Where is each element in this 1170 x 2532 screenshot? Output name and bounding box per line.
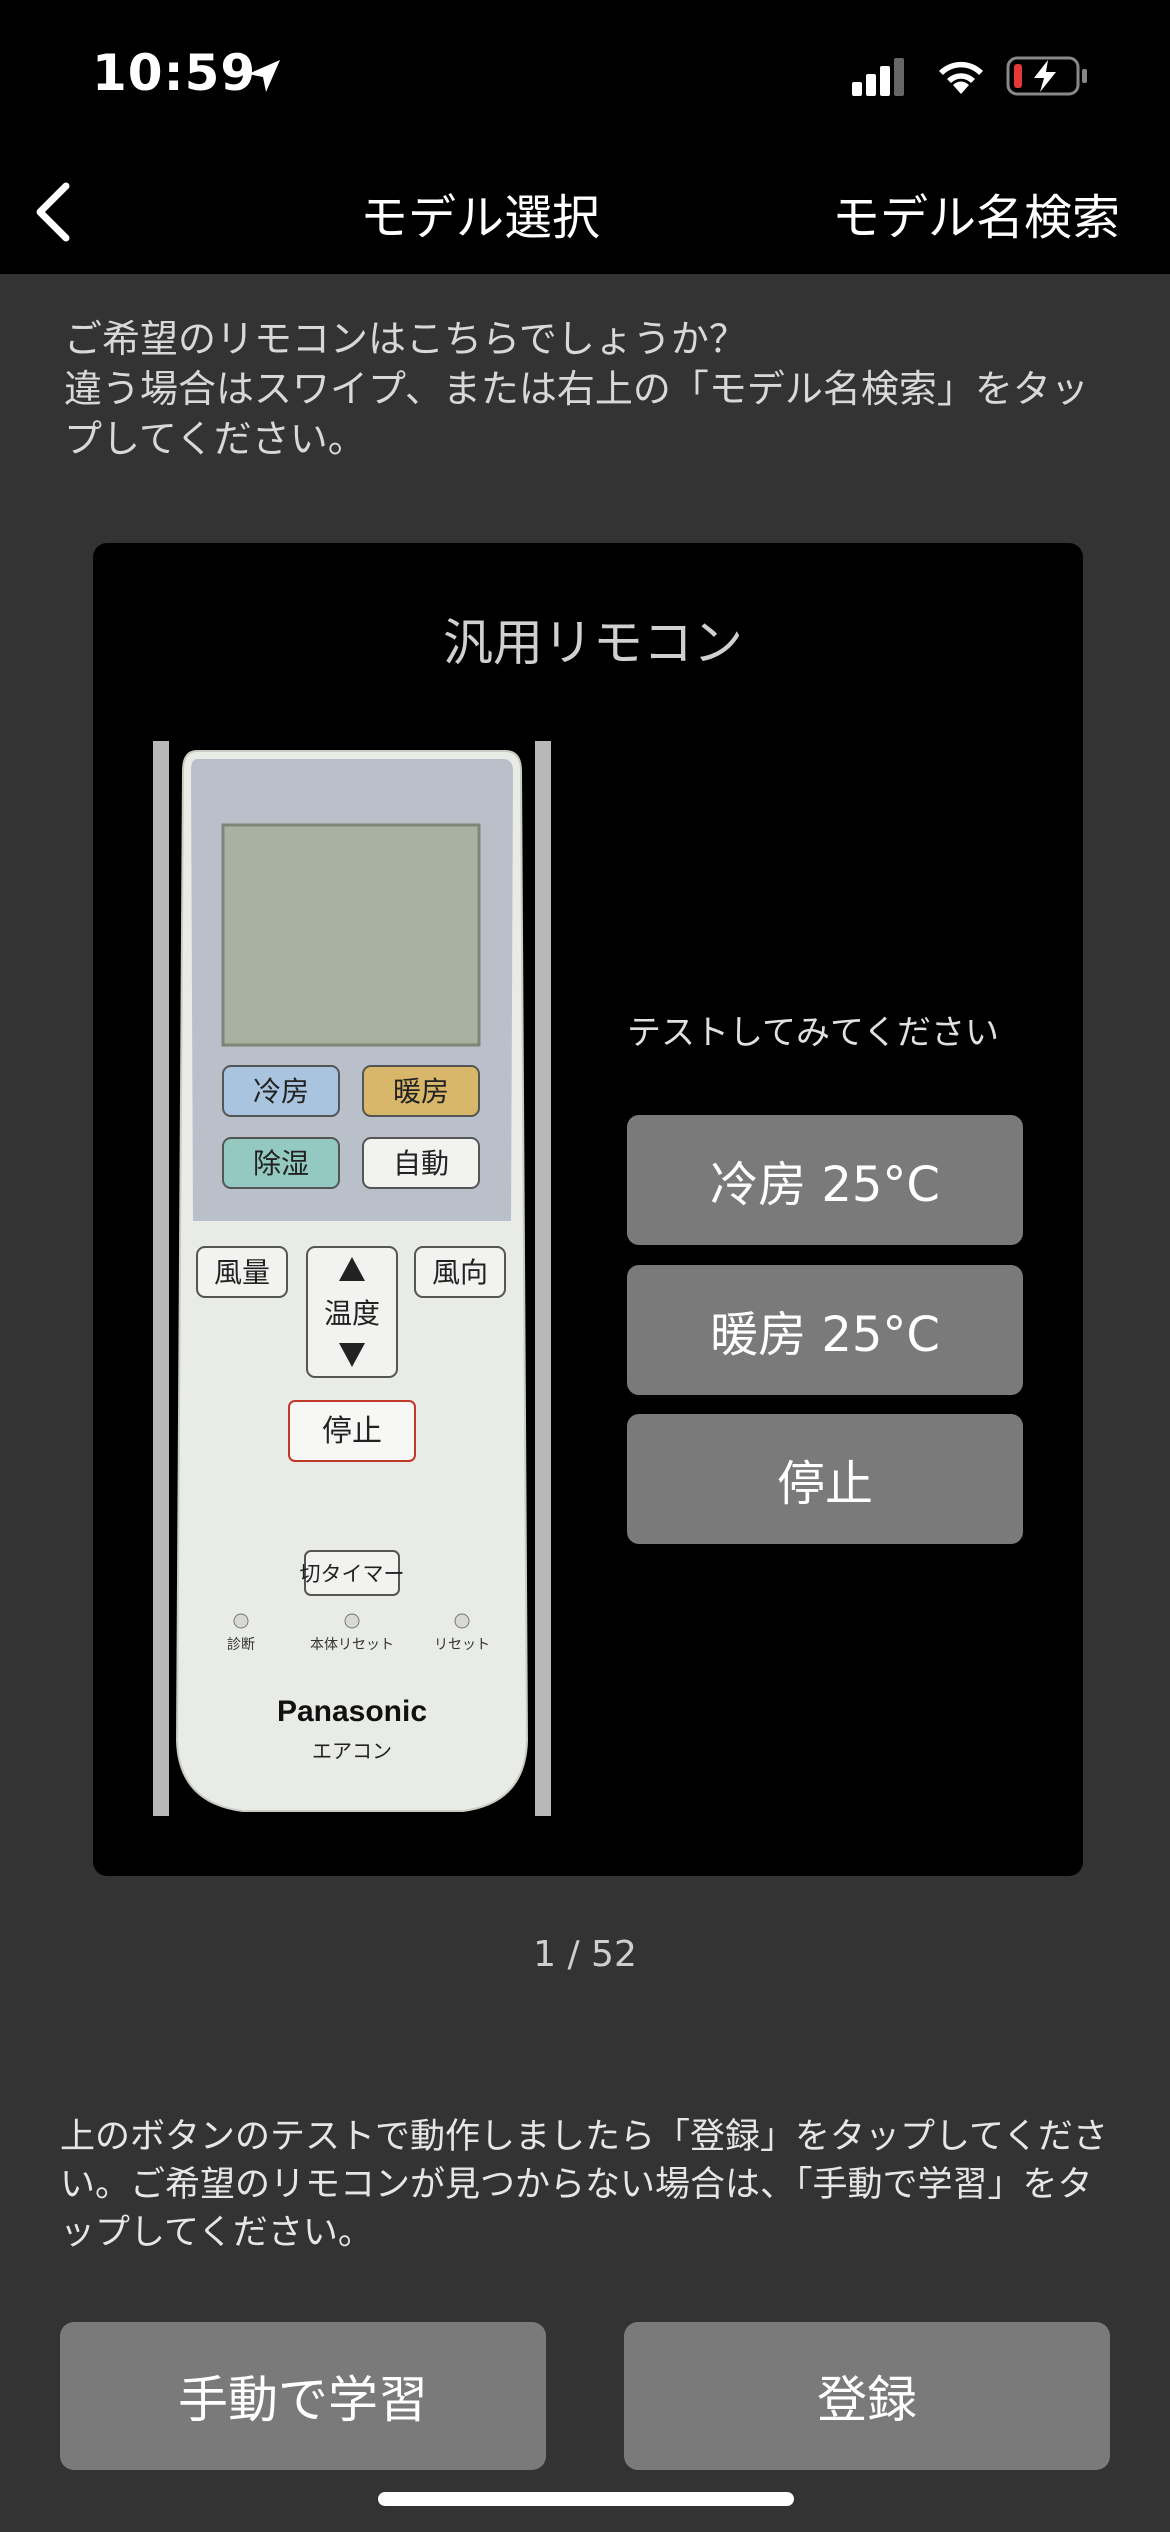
remote-brand-label: Panasonic [277,1695,427,1728]
model-search-button[interactable]: モデル名検索 [832,178,1120,248]
location-arrow-icon [248,60,280,92]
remote-direction-label: 風向 [432,1256,488,1289]
remote-reset-label: リセット [434,1637,490,1653]
test-stop-button[interactable]: 停止 [627,1414,1023,1544]
intro-line-2: 違う場合はスワイプ、または右上の「モデル名検索」をタップしてください。 [64,367,1089,461]
home-indicator [378,2492,794,2506]
remote-product-label: エアコン [312,1739,392,1763]
remote-card[interactable]: 汎用リモコン 冷房 暖房 除湿 自動 風量 温度 風向 停止 切タイマー 診断 … [93,543,1083,1876]
intro-line-1: ご希望のリモコンはこちらでしょうか？ [64,317,747,361]
cellular-signal-icon [852,58,904,96]
register-button[interactable]: 登録 [624,2322,1110,2470]
remote-diag-label: 診断 [227,1637,255,1653]
status-bar: 10:59 [0,0,1170,150]
intro-text: ご希望のリモコンはこちらでしょうか？ 違う場合はスワイプ、または右上の「モデル名… [64,314,1114,464]
remote-stop-label: 停止 [322,1414,382,1449]
remote-model-title: 汎用リモコン [443,614,743,672]
remote-dehumidify-label: 除湿 [253,1147,309,1180]
page-title: モデル選択 [359,190,600,246]
test-heat-button[interactable]: 暖房 25°C [627,1265,1023,1395]
remote-temp-label: 温度 [324,1297,380,1330]
page-indicator: 1 / 52 [533,1934,637,1975]
wifi-icon [939,61,983,94]
status-time: 10:59 [92,44,257,102]
test-cool-button[interactable]: 冷房 25°C [627,1115,1023,1245]
remote-timer-label: 切タイマー [300,1562,405,1586]
remote-cool-label: 冷房 [253,1075,309,1108]
remote-auto-label: 自動 [393,1147,449,1180]
remote-fan-label: 風量 [214,1256,270,1289]
nav-bar: モデル選択 モデル名検索 [0,150,1170,274]
battery-charging-icon [1006,56,1087,96]
test-label: テストしてみてください [627,1013,999,1053]
remote-control-image: 冷房 暖房 除湿 自動 風量 温度 風向 停止 切タイマー 診断 本体リセット … [153,741,551,1816]
remote-body-reset-label: 本体リセット [310,1637,394,1653]
instruction-text: 上のボタンのテストで動作しましたら「登録」をタップしてください。ご希望のリモコン… [60,2117,1108,2253]
manual-learn-button[interactable]: 手動で学習 [60,2322,546,2470]
remote-heat-label: 暖房 [393,1075,449,1108]
